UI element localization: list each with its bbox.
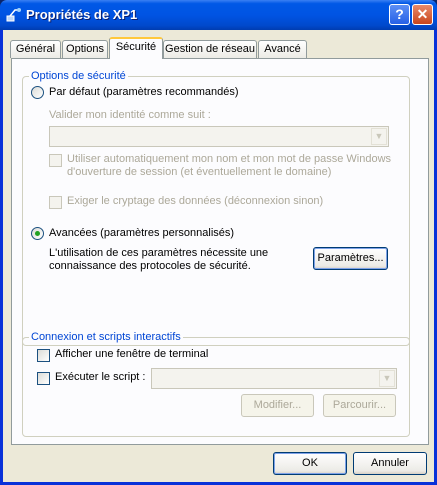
validate-identity-combo[interactable]: ▼: [49, 126, 389, 147]
run-script-checkbox[interactable]: [37, 372, 50, 385]
help-button[interactable]: ?: [389, 4, 410, 25]
interactive-logon-group: Connexion et scripts interactifs Affiche…: [22, 331, 410, 437]
security-options-title: Options de sécurité: [29, 70, 128, 82]
default-radio[interactable]: [31, 86, 44, 99]
script-combo[interactable]: ▼: [151, 368, 397, 389]
auto-credentials-checkbox[interactable]: [49, 154, 62, 167]
modify-button[interactable]: Modifier...: [241, 394, 314, 417]
validate-identity-label: Valider mon identité comme suit :: [49, 109, 211, 121]
window-title: Propriétés de XP1: [26, 7, 138, 22]
title-bar[interactable]: Propriétés de XP1 ? ✕: [0, 0, 437, 30]
show-terminal-label[interactable]: Afficher une fenêtre de terminal: [55, 348, 208, 360]
properties-dialog: Propriétés de XP1 ? ✕ Général Options Sé…: [0, 0, 437, 485]
advanced-note-line1: L'utilisation de ces paramètres nécessit…: [49, 247, 269, 259]
require-encryption-checkbox[interactable]: [49, 196, 62, 209]
auto-credentials-label-line1: Utiliser automatiquement mon nom et mon …: [67, 153, 392, 165]
run-script-label[interactable]: Exécuter le script :: [55, 371, 145, 383]
dialog-client-area: Général Options Sécurité Gestion de rése…: [3, 30, 434, 482]
ok-button[interactable]: OK: [273, 452, 347, 475]
settings-button[interactable]: Paramètres...: [313, 247, 388, 270]
chevron-down-icon[interactable]: ▼: [371, 128, 387, 145]
security-tab-panel: Options de sécurité Par défaut (paramètr…: [11, 58, 429, 445]
advanced-note-line2: connaissance des protocoles de sécurité.: [49, 260, 251, 272]
auto-credentials-label-line2: d'ouverture de session (et éventuellemen…: [67, 166, 332, 178]
tab-networking[interactable]: Gestion de réseau: [163, 40, 257, 58]
tab-security[interactable]: Sécurité: [109, 37, 163, 59]
advanced-radio[interactable]: [31, 227, 44, 240]
advanced-radio-label[interactable]: Avancées (paramètres personnalisés): [49, 227, 234, 239]
browse-button[interactable]: Parcourir...: [323, 394, 396, 417]
chevron-down-icon[interactable]: ▼: [379, 370, 395, 387]
tab-general[interactable]: Général: [10, 40, 61, 58]
tab-advanced[interactable]: Avancé: [258, 40, 307, 58]
tab-options[interactable]: Options: [62, 40, 108, 58]
close-button[interactable]: ✕: [412, 4, 433, 25]
default-radio-label[interactable]: Par défaut (paramètres recommandés): [49, 86, 239, 98]
interactive-logon-title: Connexion et scripts interactifs: [29, 331, 183, 343]
security-options-group: Options de sécurité Par défaut (paramètr…: [22, 70, 410, 346]
require-encryption-label: Exiger le cryptage des données (déconnex…: [67, 195, 324, 207]
cancel-button[interactable]: Annuler: [353, 452, 427, 475]
network-connection-icon: [6, 8, 21, 22]
show-terminal-checkbox[interactable]: [37, 349, 50, 362]
